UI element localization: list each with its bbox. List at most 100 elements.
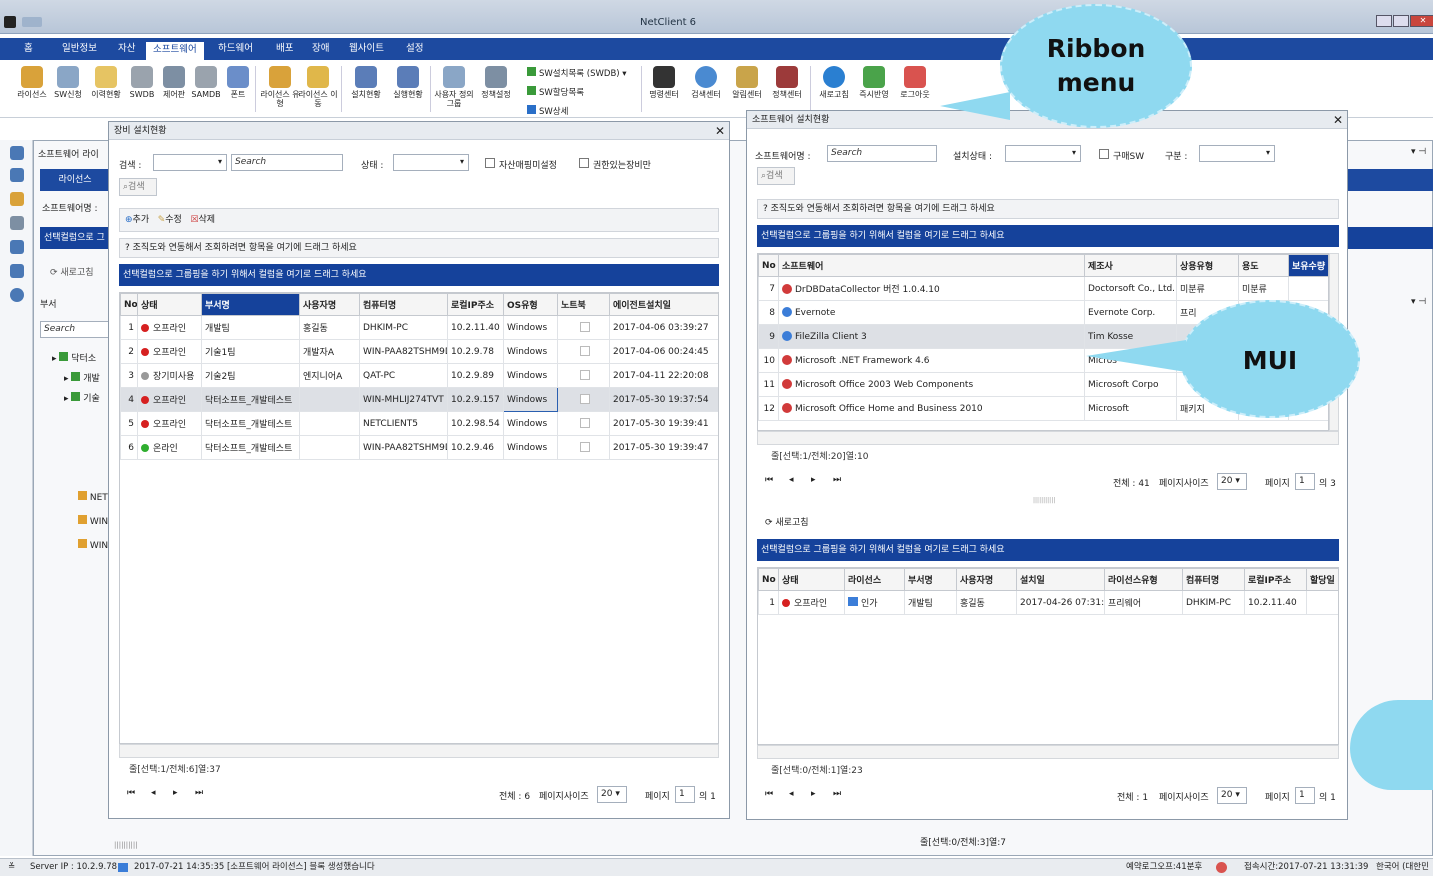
- logout-button[interactable]: 로그아웃: [895, 64, 935, 114]
- install-status-button[interactable]: 설치현황: [346, 64, 386, 114]
- horizontal-scrollbar[interactable]: [757, 745, 1339, 759]
- col-no[interactable]: No: [758, 568, 779, 591]
- search-field-select[interactable]: [153, 154, 227, 171]
- tab-license[interactable]: 라이선스: [40, 169, 110, 191]
- dept-search-input[interactable]: Search: [40, 321, 110, 338]
- col-status[interactable]: 상태: [778, 568, 845, 591]
- search-center-button[interactable]: 검색센터: [686, 64, 726, 114]
- page-input[interactable]: 1: [1295, 473, 1315, 490]
- close-icon[interactable]: ✕: [1333, 113, 1343, 127]
- col-ip[interactable]: 로컬IP주소: [1244, 568, 1307, 591]
- col-software[interactable]: 소프트웨어: [778, 254, 1085, 277]
- tree-node[interactable]: WIN: [48, 539, 114, 563]
- org-drag-bar[interactable]: ? 조직도와 연동해서 조회하려면 항목을 여기에 드래그 하세요: [119, 238, 719, 258]
- asset-mapping-checkbox[interactable]: [485, 158, 495, 168]
- font-button[interactable]: 폰트: [218, 64, 258, 114]
- sw-search-input[interactable]: Search: [827, 145, 937, 162]
- minimize-button[interactable]: [1376, 15, 1392, 27]
- notebook-checkbox[interactable]: [580, 441, 590, 452]
- last-page-button[interactable]: ⏭: [195, 788, 203, 798]
- search-button[interactable]: ⌕검색: [119, 178, 157, 196]
- table-row[interactable]: 1 오프라인 인가 개발팀 홍길동 2017-04-26 07:31:51 프리…: [758, 590, 1338, 615]
- col-maker[interactable]: 제조사: [1084, 254, 1177, 277]
- horizontal-scrollbar[interactable]: [757, 431, 1339, 445]
- horizontal-scrollbar[interactable]: [119, 744, 719, 758]
- col-dept[interactable]: 부서명: [201, 293, 300, 316]
- notebook-checkbox[interactable]: [580, 369, 590, 380]
- prev-page-button[interactable]: ◂: [789, 475, 794, 485]
- sidebar-deploy-icon[interactable]: [10, 240, 24, 254]
- last-page-button[interactable]: ⏭: [833, 475, 841, 485]
- sidebar-pc-icon[interactable]: [10, 216, 24, 230]
- page-size-select[interactable]: 20 ▾: [1217, 787, 1247, 804]
- status-select[interactable]: [393, 154, 469, 171]
- next-page-button[interactable]: ▸: [811, 789, 816, 799]
- next-page-button[interactable]: ▸: [811, 475, 816, 485]
- col-os[interactable]: OS유형: [503, 293, 558, 316]
- policy-center-button[interactable]: 정책센터: [767, 64, 807, 114]
- tree-node[interactable]: NET: [48, 491, 114, 515]
- col-agent-date[interactable]: 에이전트설치일: [609, 293, 718, 316]
- prev-page-button[interactable]: ◂: [789, 789, 794, 799]
- page-input[interactable]: 1: [1295, 787, 1315, 804]
- col-user[interactable]: 사용자명: [299, 293, 360, 316]
- notebook-checkbox[interactable]: [580, 345, 590, 356]
- col-license[interactable]: 라이선스: [844, 568, 905, 591]
- quick-access-icon[interactable]: [22, 17, 42, 27]
- group-drag-bar[interactable]: 선택컬럼으로 그룹핑을 하기 위해서 컬럼을 여기로 드래그 하세요: [119, 264, 719, 286]
- first-page-button[interactable]: ⏮: [127, 788, 135, 798]
- user-group-button[interactable]: 사용자 정의그룹: [434, 64, 474, 114]
- tree-node[interactable]: WIN: [48, 515, 114, 539]
- org-drag-bar[interactable]: ? 조직도와 연동해서 조회하려면 항목을 여기에 드래그 하세요: [757, 199, 1339, 219]
- group-drag-bar[interactable]: 선택컬럼으로 그룹핑을 하기 위해서 컬럼을 여기로 드래그 하세요: [757, 539, 1339, 561]
- category-select[interactable]: [1199, 145, 1275, 162]
- apply-now-button[interactable]: 즉시반영: [854, 64, 894, 114]
- col-quantity[interactable]: 보유수량: [1288, 254, 1328, 277]
- col-use[interactable]: 용도: [1238, 254, 1289, 277]
- page-size-select[interactable]: 20 ▾: [597, 786, 627, 803]
- refresh-button[interactable]: 새로고침: [814, 64, 854, 114]
- tree-node[interactable]: ▸ 기술: [48, 391, 114, 411]
- search-input[interactable]: Search: [231, 154, 343, 171]
- first-page-button[interactable]: ⏮: [765, 475, 773, 485]
- next-page-button[interactable]: ▸: [173, 788, 178, 798]
- license-button[interactable]: 라이선스: [12, 64, 52, 114]
- sw-install-list-button[interactable]: SW설치목록 (SWDB) ▾: [527, 67, 627, 79]
- sidebar-asset-icon[interactable]: [10, 192, 24, 206]
- history-button[interactable]: 이력현황: [86, 64, 126, 114]
- col-notebook[interactable]: 노트북: [557, 293, 610, 316]
- col-status[interactable]: 상태: [137, 293, 202, 316]
- install-status-select[interactable]: [1005, 145, 1081, 162]
- menu-failure[interactable]: 장애: [306, 42, 335, 60]
- table-row[interactable]: 6 온라인 닥터소프트_개발테스트 WIN-PAA82TSHM9D 10.2.9.46 W…: [120, 435, 718, 460]
- sw-assign-list-button[interactable]: SW할당목록: [527, 86, 584, 98]
- edit-button[interactable]: ✎수정: [158, 215, 182, 225]
- menu-software[interactable]: 소프트웨어: [146, 42, 204, 60]
- page-size-select[interactable]: 20 ▾: [1217, 473, 1247, 490]
- menu-deploy[interactable]: 배포: [270, 42, 299, 60]
- first-page-button[interactable]: ⏮: [765, 789, 773, 799]
- policy-button[interactable]: 정책설정: [476, 64, 516, 114]
- notebook-checkbox[interactable]: [580, 417, 590, 428]
- sw-request-button[interactable]: SW신청: [48, 64, 88, 114]
- menu-settings[interactable]: 설정: [400, 42, 429, 60]
- col-type[interactable]: 상용유형: [1176, 254, 1239, 277]
- app-icon[interactable]: [4, 16, 16, 28]
- menu-asset[interactable]: 자산: [112, 42, 141, 60]
- notebook-checkbox[interactable]: [580, 321, 590, 332]
- table-row[interactable]: 7 DrDBDataCollector 버전 1.0.4.10 Doctorsoft…: [758, 276, 1328, 301]
- menu-general[interactable]: 일반정보: [56, 42, 103, 60]
- refresh-button[interactable]: ⟳ 새로고침: [765, 515, 809, 528]
- col-no[interactable]: No: [120, 293, 138, 316]
- sidebar-org-icon[interactable]: [10, 168, 24, 182]
- sidebar-dashboard-icon[interactable]: [10, 146, 24, 160]
- col-pc[interactable]: 컴퓨터명: [359, 293, 448, 316]
- sw-detail-button[interactable]: SW상세: [527, 105, 568, 117]
- col-user[interactable]: 사용자명: [956, 568, 1017, 591]
- splitter[interactable]: |||||||||||: [1033, 497, 1055, 504]
- col-pc[interactable]: 컴퓨터명: [1182, 568, 1245, 591]
- col-assign-date[interactable]: 할당일: [1306, 568, 1338, 591]
- maximize-button[interactable]: [1393, 15, 1409, 27]
- sidebar-install-icon[interactable]: [10, 264, 24, 278]
- close-icon[interactable]: ✕: [715, 124, 725, 138]
